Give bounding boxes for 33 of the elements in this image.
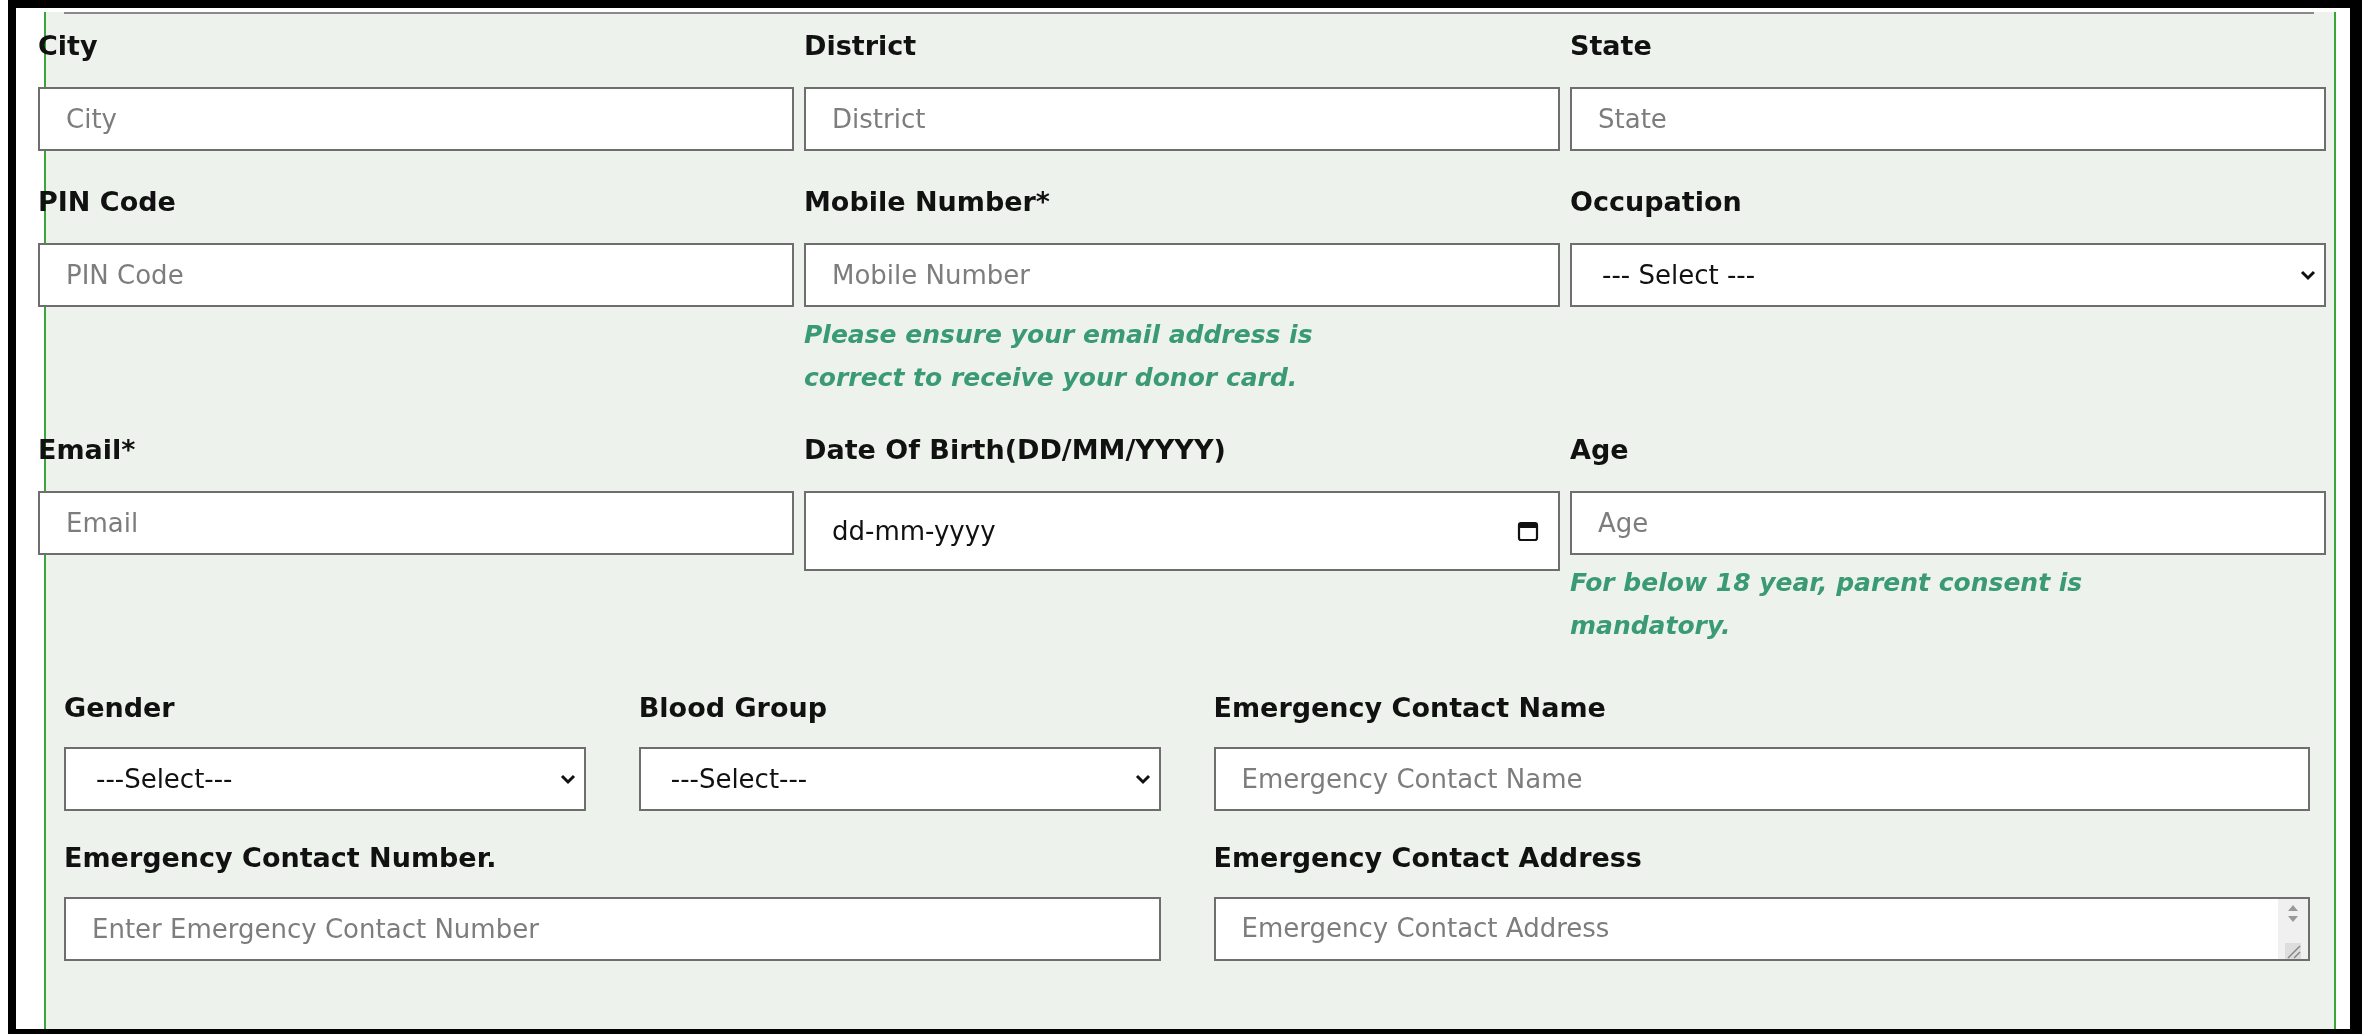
field-label: Emergency Contact Name bbox=[1213, 691, 1606, 725]
field-label: Emergency Contact Address bbox=[1213, 841, 1642, 875]
text-field[interactable]: Email bbox=[38, 491, 794, 555]
chevron-icon bbox=[559, 773, 576, 785]
chevron-icon bbox=[2300, 269, 2316, 281]
chevron-icon bbox=[1134, 773, 1151, 785]
text-field[interactable]: State bbox=[1570, 87, 2326, 151]
resize-grip-icon bbox=[2285, 943, 2301, 959]
field-label: Emergency Contact Number. bbox=[64, 841, 497, 875]
date-field[interactable]: dd-mm-yyyy bbox=[804, 491, 1560, 571]
calendar-icon bbox=[1516, 519, 1540, 543]
select-field[interactable]: --- Select --- bbox=[1570, 243, 2326, 307]
select-field[interactable]: ---Select--- bbox=[64, 747, 586, 811]
text-field[interactable]: PIN Code bbox=[38, 243, 794, 307]
textarea-field[interactable]: Emergency Contact Address bbox=[1213, 897, 2310, 961]
text-field[interactable]: Emergency Contact Name bbox=[1213, 747, 2310, 811]
field-label: State bbox=[1570, 29, 1652, 63]
field-label: Occupation bbox=[1570, 185, 1742, 219]
hint-text: Please ensure your email address is correct to receive your donor card. bbox=[804, 319, 1314, 394]
field-label: Age bbox=[1570, 433, 1629, 467]
text-field[interactable]: Age bbox=[1570, 491, 2326, 555]
field-label: Mobile Number* bbox=[804, 185, 1050, 219]
hint-text: For below 18 year, parent consent is mandatory. bbox=[1570, 567, 2084, 642]
field-label: Date Of Birth(DD/MM/YYYY) bbox=[804, 433, 1226, 467]
field-label: Blood Group bbox=[638, 691, 827, 725]
text-field[interactable]: Enter Emergency Contact Number bbox=[64, 897, 1161, 961]
field-label: District bbox=[804, 29, 917, 63]
scrollbar[interactable] bbox=[2278, 899, 2308, 959]
field-label: Gender bbox=[64, 691, 175, 725]
select-field[interactable]: ---Select--- bbox=[638, 747, 1161, 811]
text-field[interactable]: City bbox=[38, 87, 794, 151]
text-field[interactable]: District bbox=[804, 87, 1560, 151]
text-field[interactable]: Mobile Number bbox=[804, 243, 1560, 307]
